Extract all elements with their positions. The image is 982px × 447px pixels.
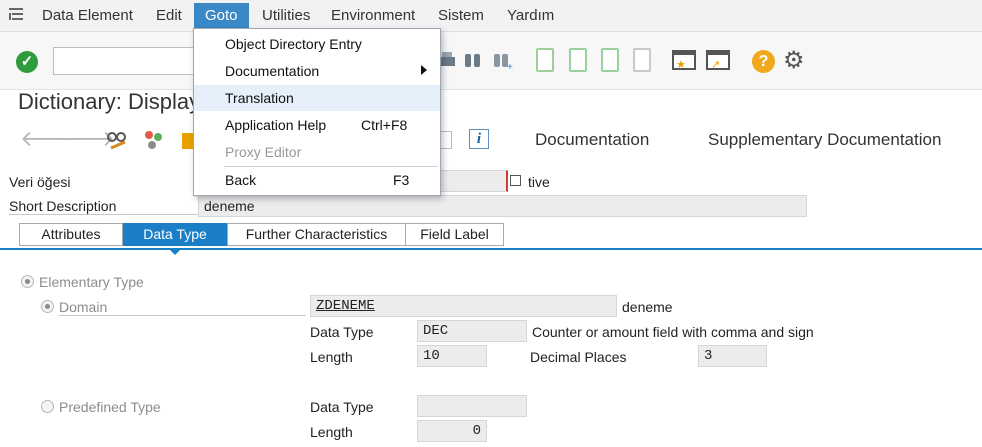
other-object-icon[interactable] xyxy=(142,128,166,152)
svg-text:↗: ↗ xyxy=(711,59,720,71)
supplementary-documentation-button[interactable]: Supplementary Documentation xyxy=(708,130,941,150)
domain-field[interactable]: ZDENEME xyxy=(310,295,617,317)
domain-description: deneme xyxy=(622,299,673,315)
menu-bar: Data Element Edit Goto Utilities Environ… xyxy=(0,0,982,32)
menu-item-back[interactable]: Back F3 xyxy=(194,167,440,193)
tab-pointer-icon xyxy=(168,248,182,255)
svg-text:★: ★ xyxy=(676,59,686,71)
next-page-icon[interactable] xyxy=(601,48,619,72)
last-page-icon[interactable] xyxy=(633,48,651,72)
command-field[interactable] xyxy=(53,47,203,75)
decimal-places-field[interactable]: 3 xyxy=(698,345,767,367)
menu-goto[interactable]: Goto xyxy=(194,3,249,29)
info-icon[interactable]: i xyxy=(469,129,489,149)
domain-label: Domain xyxy=(59,299,306,316)
menu-item-documentation[interactable]: Documentation xyxy=(194,58,440,84)
application-toolbar: 🡐 🡒 i Documentation Supplementary Docume… xyxy=(0,120,982,160)
elementary-type-label: Elementary Type xyxy=(39,274,144,290)
predefined-data-type-field[interactable] xyxy=(417,395,527,417)
short-description-field[interactable]: deneme xyxy=(198,195,807,217)
status-text: tive xyxy=(528,174,550,190)
menu-item-object-directory-entry[interactable]: Object Directory Entry xyxy=(194,31,440,57)
menu-item-application-help[interactable]: Application Help Ctrl+F8 xyxy=(194,112,440,138)
tab-field-label[interactable]: Field Label xyxy=(405,223,504,246)
data-type-label: Data Type xyxy=(310,324,374,340)
tab-further-characteristics[interactable]: Further Characteristics xyxy=(227,223,406,246)
sap-menu-icon[interactable] xyxy=(9,8,23,20)
predefined-data-type-label: Data Type xyxy=(310,399,374,415)
predefined-length-label: Length xyxy=(310,424,353,440)
data-element-label: Veri öğesi xyxy=(9,174,71,190)
length-label: Length xyxy=(310,349,353,365)
predefined-type-label: Predefined Type xyxy=(59,399,161,415)
menu-data-element[interactable]: Data Element xyxy=(42,7,133,24)
menu-edit[interactable]: Edit xyxy=(156,7,182,24)
help-icon[interactable]: ? xyxy=(752,50,775,73)
shortcut-f3: F3 xyxy=(393,172,410,188)
menu-item-translation[interactable]: Translation xyxy=(194,85,440,111)
menu-sistem[interactable]: Sistem xyxy=(438,7,484,24)
svg-text:+: + xyxy=(507,62,513,72)
create-session-icon[interactable]: ★ xyxy=(672,48,696,72)
documentation-button[interactable]: Documentation xyxy=(535,130,649,150)
goto-dropdown-menu: Object Directory Entry Documentation Tra… xyxy=(193,28,441,196)
shortcut-icon[interactable]: ↗ xyxy=(706,48,730,72)
predefined-length-field[interactable]: 0 xyxy=(417,420,487,442)
decimal-places-label: Decimal Places xyxy=(530,349,627,365)
tab-data-type[interactable]: Data Type xyxy=(123,223,227,246)
menu-environment[interactable]: Environment xyxy=(331,7,415,24)
status-checkbox-icon xyxy=(510,175,521,186)
where-used-icon[interactable] xyxy=(440,131,452,149)
standard-toolbar: ✓ + ★ ↗ ? ⚙ xyxy=(0,32,982,90)
menu-utilities[interactable]: Utilities xyxy=(262,7,310,24)
data-type-field[interactable]: DEC xyxy=(417,320,527,342)
tab-attributes[interactable]: Attributes xyxy=(19,223,123,246)
gear-icon[interactable]: ⚙ xyxy=(783,49,805,73)
enter-check-icon[interactable]: ✓ xyxy=(16,51,38,73)
short-description-label: Short Description xyxy=(9,198,199,215)
page-title: Dictionary: Display Data Element xyxy=(18,89,198,114)
submenu-arrow-icon xyxy=(421,65,427,75)
tab-underline xyxy=(0,248,982,250)
display-change-icon[interactable] xyxy=(105,128,129,152)
find-icon[interactable] xyxy=(462,48,484,72)
data-type-description: Counter or amount field with comma and s… xyxy=(532,324,814,340)
first-page-icon[interactable] xyxy=(536,48,554,72)
length-field[interactable]: 10 xyxy=(417,345,487,367)
find-next-icon[interactable]: + xyxy=(492,48,514,72)
shortcut-ctrl-f8: Ctrl+F8 xyxy=(361,117,408,133)
previous-page-icon[interactable] xyxy=(569,48,587,72)
predefined-type-radio[interactable] xyxy=(41,400,54,413)
domain-radio[interactable] xyxy=(41,300,54,313)
menu-yardim[interactable]: Yardım xyxy=(507,7,554,24)
menu-item-proxy-editor: Proxy Editor xyxy=(225,144,302,160)
elementary-type-radio[interactable] xyxy=(21,275,34,288)
